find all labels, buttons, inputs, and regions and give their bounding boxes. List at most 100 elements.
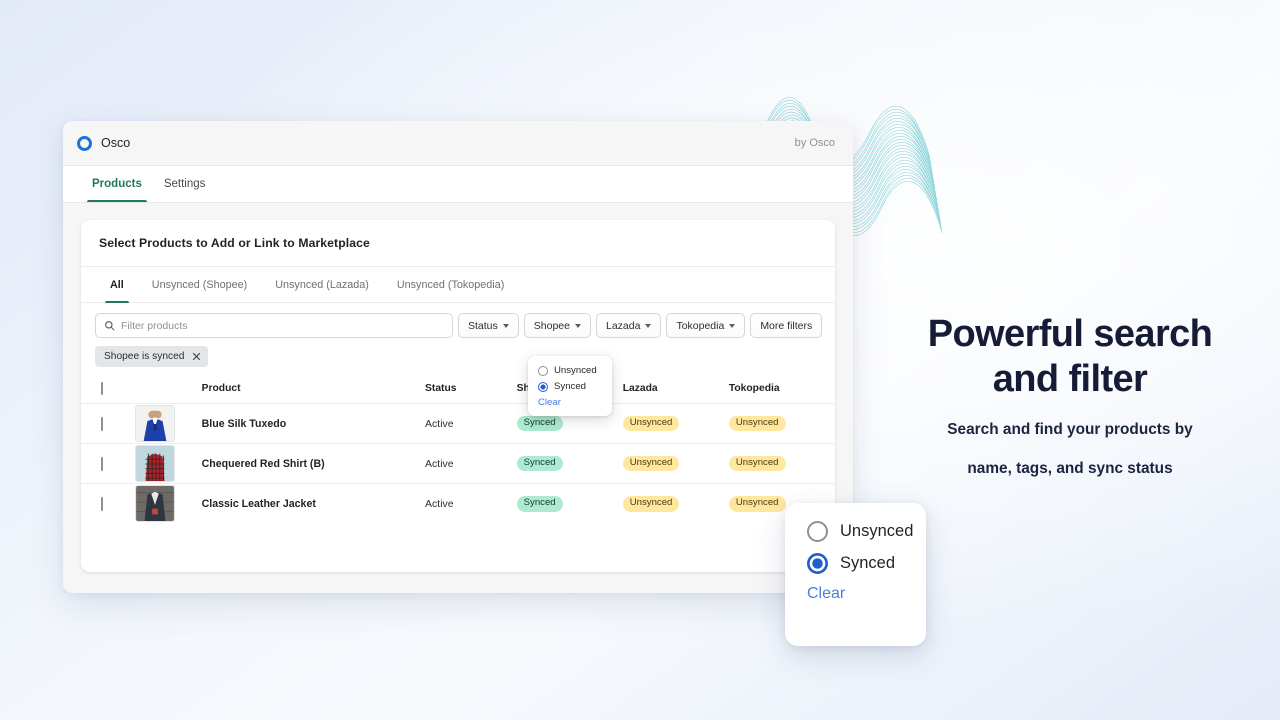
search-input[interactable] [121, 319, 444, 332]
popover-option-synced-label: Synced [554, 381, 586, 392]
row-product-cell: Classic Leather Jacket [201, 483, 426, 524]
popover-option-synced[interactable]: Synced [538, 381, 602, 392]
card-header: Select Products to Add or Link to Market… [81, 220, 835, 267]
promo-screenshot: Osco by Osco Products Settings Select Pr… [0, 0, 1280, 720]
row-product-cell: Blue Silk Tuxedo [201, 403, 426, 444]
callout-option-unsynced[interactable]: Unsynced [807, 521, 926, 542]
product-thumbnail [134, 405, 175, 442]
popover-option-unsynced-label: Unsynced [554, 365, 597, 376]
row-select-cell [81, 403, 135, 444]
card-title: Select Products to Add or Link to Market… [99, 236, 370, 250]
tab-settings[interactable]: Settings [153, 166, 217, 202]
filter-tab-unsynced-shopee[interactable]: Unsynced (Shopee) [141, 267, 258, 302]
chevron-down-icon [574, 323, 581, 328]
more-filters-label: More filters [760, 319, 813, 332]
filter-tab-unsynced-lazada[interactable]: Unsynced (Lazada) [264, 267, 380, 302]
applied-filter-chip-shopee-synced[interactable]: Shopee is synced [95, 346, 209, 367]
radio-unselected-icon[interactable] [807, 521, 828, 542]
popover-option-unsynced[interactable]: Unsynced [538, 365, 602, 376]
radio-unselected-icon[interactable] [538, 365, 548, 376]
row-thumbnail-cell [134, 403, 202, 444]
shopee-filter-popover[interactable]: Unsynced Synced Clear [528, 356, 612, 416]
row-tokopedia-cell: Unsynced [728, 443, 835, 484]
app-topbar: Osco by Osco [63, 121, 853, 166]
chevron-down-icon [502, 323, 509, 328]
status-badge: Synced [516, 455, 563, 472]
radio-selected-icon[interactable] [538, 381, 548, 392]
row-checkbox[interactable] [101, 416, 103, 431]
products-card: Select Products to Add or Link to Market… [81, 220, 835, 572]
status-badge: Unsynced [622, 495, 680, 512]
filter-button-lazada-label: Lazada [605, 319, 641, 332]
more-filters-button[interactable]: More filters [750, 313, 823, 338]
filter-tab-unsynced-lazada-label: Unsynced (Lazada) [275, 278, 369, 291]
row-checkbox[interactable] [101, 496, 103, 511]
product-name: Chequered Red Shirt (B) [201, 457, 325, 470]
close-icon[interactable] [192, 352, 201, 361]
status-badge: Unsynced [728, 415, 786, 432]
status-badge: Unsynced [728, 455, 786, 472]
radio-selected-icon[interactable] [807, 553, 828, 574]
row-checkbox[interactable] [101, 456, 103, 471]
header-tokopedia: Tokopedia [728, 383, 780, 394]
status-badge: Unsynced [622, 415, 680, 432]
promo-heading-line2: and filter [992, 357, 1148, 400]
row-product-cell: Chequered Red Shirt (B) [201, 443, 426, 484]
tab-products[interactable]: Products [81, 166, 153, 202]
callout-option-synced[interactable]: Synced [807, 553, 926, 574]
callout-option-synced-label: Synced [840, 554, 896, 572]
filter-button-status[interactable]: Status [458, 313, 519, 338]
zoom-callout-card[interactable]: Unsynced Synced Clear [785, 503, 926, 646]
filter-button-shopee[interactable]: Shopee [523, 313, 591, 338]
row-status-cell: Active [425, 443, 517, 484]
callout-option-unsynced-label: Unsynced [840, 522, 914, 540]
callout-clear-link[interactable]: Clear [807, 585, 926, 603]
status-badge: Unsynced [622, 455, 680, 472]
product-thumbnail [134, 445, 175, 482]
brand-name: Osco [101, 136, 131, 150]
select-all-cell [81, 379, 135, 404]
promo-subtitle-line1: Search and find your products by [947, 420, 1193, 438]
filter-tab-unsynced-shopee-label: Unsynced (Shopee) [151, 278, 248, 291]
product-name: Classic Leather Jacket [201, 497, 316, 510]
filter-tab-unsynced-tokopedia-label: Unsynced (Tokopedia) [396, 278, 505, 291]
applied-filters-row: Shopee is synced [81, 338, 835, 367]
popover-clear-link[interactable]: Clear [538, 397, 602, 408]
search-icon [105, 321, 115, 331]
filter-tab-all[interactable]: All [99, 267, 135, 303]
row-thumbnail-cell [134, 483, 202, 524]
row-shopee-cell: Synced [516, 443, 623, 484]
chevron-down-icon [645, 323, 652, 328]
row-thumbnail-cell [134, 443, 202, 484]
table-row[interactable]: Chequered Red Shirt (B) Active Synced Un… [81, 443, 835, 484]
table-row[interactable]: Blue Silk Tuxedo Active Synced Unsynced … [81, 403, 835, 444]
app-body: Select Products to Add or Link to Market… [63, 203, 853, 593]
app-tab-bar: Products Settings [63, 166, 853, 203]
header-status: Status [425, 383, 457, 394]
select-all-checkbox[interactable] [101, 382, 103, 395]
row-tokopedia-cell: Unsynced [728, 403, 835, 444]
search-box[interactable] [95, 313, 453, 338]
by-osco-label: by Osco [794, 137, 835, 149]
header-product: Product [201, 383, 241, 394]
table-row[interactable]: Classic Leather Jacket Active Synced Uns… [81, 483, 835, 524]
applied-filter-chip-label: Shopee is synced [104, 351, 185, 362]
tab-products-label: Products [92, 178, 142, 190]
thumbnail-header [135, 379, 202, 404]
status-badge: Synced [516, 495, 563, 512]
row-select-cell [81, 483, 135, 524]
row-shopee-cell: Synced [516, 483, 623, 524]
status-badge: Synced [516, 415, 563, 432]
table-header-row: Product Status Shopee Lazada Tokopedia [81, 379, 835, 404]
product-name: Blue Silk Tuxedo [201, 417, 287, 430]
product-thumbnail [134, 485, 175, 523]
filter-button-tokopedia[interactable]: Tokopedia [666, 313, 746, 338]
filter-tab-all-label: All [110, 278, 124, 291]
filter-tab-unsynced-tokopedia[interactable]: Unsynced (Tokopedia) [386, 267, 515, 302]
filter-button-lazada[interactable]: Lazada [595, 313, 662, 338]
search-and-filters-row: Status Shopee Lazada Tokopedia [81, 303, 835, 338]
embedded-app-window: Osco by Osco Products Settings Select Pr… [63, 121, 853, 593]
promo-heading-line1: Powerful search [927, 313, 1213, 355]
row-lazada-cell: Unsynced [622, 443, 729, 484]
row-lazada-cell: Unsynced [622, 403, 729, 444]
